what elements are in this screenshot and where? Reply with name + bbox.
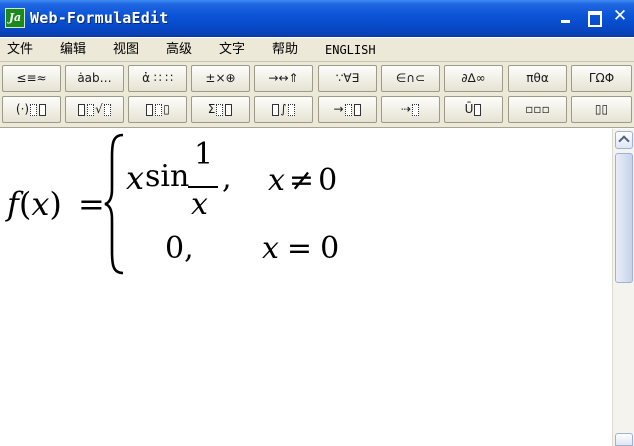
menu-advanced[interactable]: 高级 <box>166 41 192 59</box>
summations-palette-button[interactable]: Σ <box>191 96 250 123</box>
spaces-ellipses-palette-button[interactable]: ȧab… <box>65 65 124 92</box>
case1-cond-var: x <box>268 163 285 198</box>
close-button[interactable]: ✕ <box>609 6 631 28</box>
greek-lowercase-palette-button[interactable]: πθα <box>508 65 567 92</box>
case1-x: x <box>126 159 145 197</box>
lhs-open-paren: ( <box>18 185 32 223</box>
menu-view[interactable]: 视图 <box>113 41 139 59</box>
relations-palette-button[interactable]: ≤≡≈ <box>2 65 61 92</box>
case2-value: 0, <box>165 231 194 266</box>
logic-palette-button[interactable]: ∵∀∃ <box>318 65 377 92</box>
templates-palette-button[interactable]: ▯▯ <box>571 96 632 123</box>
symbol-toolbar: ≤≡≈ ȧab… ἀ ∷ ∷ ±×⊕ →↔⇑ ∵∀∃ ∈∩⊂ ∂∆∞ πθα Γ… <box>0 62 634 128</box>
radical-label: √ <box>95 102 103 116</box>
lhs-function: f <box>7 185 19 223</box>
case1-comma: , <box>222 161 232 196</box>
case2-condition: x = 0 <box>262 231 339 266</box>
case2-cond-val: 0 <box>320 231 340 266</box>
case1-cond-op: ≠ <box>288 163 315 198</box>
fractions-radicals-palette-button[interactable]: √ <box>65 96 124 123</box>
maximize-button[interactable] <box>583 6 605 28</box>
left-brace-icon <box>104 133 124 275</box>
overbar-label: → <box>333 102 344 116</box>
window-title: Web-FormulaEdit <box>30 9 169 27</box>
fraction-numerator: 1 <box>194 137 214 172</box>
labeled-arrows-palette-button[interactable]: ⇢ <box>381 96 440 123</box>
formula-display: f(x) = x sin 1 x , x ≠ 0 0, x = 0 <box>0 129 612 446</box>
lhs-variable: x <box>31 185 50 223</box>
menu-help[interactable]: 帮助 <box>272 41 298 59</box>
fences-label: (⋅) <box>15 102 30 116</box>
case2-cond-op: = <box>286 231 313 266</box>
overbars-palette-button[interactable]: → <box>318 96 377 123</box>
menu-bar: 文件 编辑 视图 高级 文字 帮助 ENGLISH <box>0 38 634 62</box>
menu-english[interactable]: ENGLISH <box>325 41 376 59</box>
arrows-palette-button[interactable]: →↔⇑ <box>254 65 313 92</box>
menu-file[interactable]: 文件 <box>7 41 33 59</box>
case1-cond-val: 0 <box>318 163 338 198</box>
matrix-label: ▫▫▫ <box>525 102 550 116</box>
title-bar[interactable]: Ja Web-FormulaEdit ✕ <box>0 0 634 37</box>
subscripts-palette-button[interactable]: ▯ <box>128 96 187 123</box>
case1-sin: sin <box>145 159 190 194</box>
app-logo-icon: Ja <box>5 8 25 28</box>
scroll-down-arrow-icon[interactable] <box>615 433 633 446</box>
labeled-arrow-label: ⇢ <box>400 102 412 116</box>
set-theory-palette-button[interactable]: ∈∩⊂ <box>381 65 440 92</box>
menu-edit[interactable]: 编辑 <box>60 41 86 59</box>
product-label: Ū <box>464 102 474 116</box>
template-label: ▯▯ <box>594 102 609 116</box>
products-palette-button[interactable]: Ū <box>444 96 503 123</box>
embellishments-palette-button[interactable]: ἀ ∷ ∷ <box>128 65 187 92</box>
equals-sign: = <box>78 185 105 223</box>
lhs-close-paren: ) <box>49 185 62 223</box>
integrals-palette-button[interactable]: ∫ <box>254 96 313 123</box>
subscript-label: ▯ <box>163 102 170 116</box>
minimize-button[interactable] <box>555 6 577 28</box>
matrices-palette-button[interactable]: ▫▫▫ <box>508 96 567 123</box>
scroll-up-arrow-icon[interactable] <box>615 131 633 149</box>
sum-label: Σ <box>207 102 216 116</box>
case1-condition: x ≠ 0 <box>268 163 337 198</box>
formula-editor-canvas[interactable]: f(x) = x sin 1 x , x ≠ 0 0, x = 0 <box>0 129 612 446</box>
menu-text[interactable]: 文字 <box>219 41 245 59</box>
integral-label: ∫ <box>280 102 287 116</box>
case2-cond-var: x <box>262 231 279 266</box>
greek-uppercase-palette-button[interactable]: ΓΩΦ <box>571 65 632 92</box>
formula-lhs: f(x) = <box>7 185 105 223</box>
scrollbar-thumb[interactable] <box>615 153 633 283</box>
fraction-denominator: x <box>191 187 208 222</box>
vertical-scrollbar[interactable] <box>612 129 634 446</box>
misc-symbols-palette-button[interactable]: ∂∆∞ <box>444 65 503 92</box>
fences-palette-button[interactable]: (⋅) <box>2 96 61 123</box>
operators-palette-button[interactable]: ±×⊕ <box>191 65 250 92</box>
